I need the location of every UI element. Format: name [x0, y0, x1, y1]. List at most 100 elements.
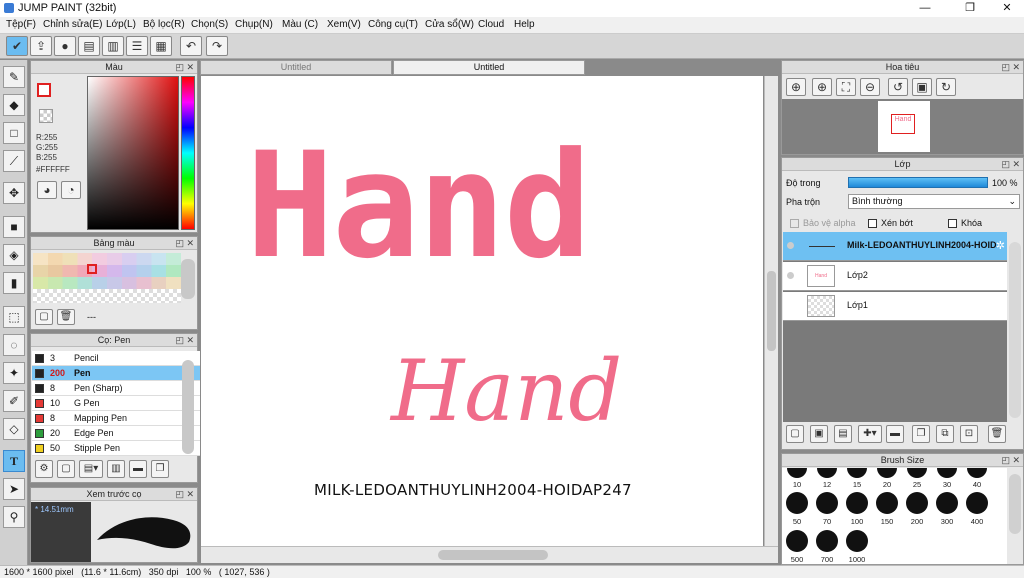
- eraser-icon[interactable]: ◆: [3, 94, 25, 116]
- brush-size-option[interactable]: 700: [812, 555, 842, 564]
- pen-doc-icon[interactable]: ▥: [107, 460, 125, 478]
- tab-untitled-1[interactable]: Untitled: [200, 60, 392, 75]
- line-icon[interactable]: ⟋: [3, 150, 25, 172]
- brush-size-dot[interactable]: [847, 468, 867, 478]
- layer-folder-icon[interactable]: ▬: [886, 425, 904, 443]
- brush-size-dot[interactable]: [877, 468, 897, 478]
- brush-size-option[interactable]: 70: [812, 517, 842, 526]
- brush-size-dot[interactable]: [787, 468, 807, 478]
- pen-settings-icon[interactable]: ⚙: [35, 460, 53, 478]
- zoom-in-icon[interactable]: ⊕: [812, 78, 832, 96]
- vertical-scroll-thumb[interactable]: [767, 271, 776, 351]
- color-wheel-icon[interactable]: ◕: [37, 181, 57, 199]
- new-pen-icon[interactable]: ▢: [57, 460, 75, 478]
- brush-size-dot[interactable]: [907, 468, 927, 478]
- menu-file[interactable]: Tệp(F): [6, 19, 36, 30]
- menu-capture[interactable]: Chụp(N): [235, 19, 273, 30]
- redo-icon[interactable]: ↷: [206, 36, 228, 56]
- panel-buttons-icon[interactable]: ◰ ✕: [1001, 61, 1020, 74]
- menu-select[interactable]: Chọn(S): [191, 19, 228, 30]
- menu-edit[interactable]: Chỉnh sửa(E): [43, 19, 103, 30]
- brush-size-scrollbar[interactable]: [1009, 474, 1021, 534]
- brush-size-option[interactable]: 50: [782, 517, 812, 526]
- delete-palette-icon[interactable]: 🗑: [57, 309, 75, 325]
- horizontal-scroll-thumb[interactable]: [438, 550, 548, 560]
- layer-item-text[interactable]: Milk-LEDOANTHUYLINH2004-HOIDAP247 ✲: [783, 232, 1007, 261]
- brush-size-dot[interactable]: [967, 468, 987, 478]
- visibility-icon[interactable]: [787, 272, 794, 279]
- new-palette-icon[interactable]: ▢: [35, 309, 53, 325]
- operation-icon[interactable]: ➤: [3, 478, 25, 500]
- palette-grid[interactable]: [33, 253, 181, 303]
- brush-size-dot[interactable]: [846, 492, 868, 514]
- grid-icon[interactable]: ▦: [150, 36, 172, 56]
- cloud-sync-icon[interactable]: ✔: [6, 36, 28, 56]
- brush-size-option[interactable]: 200: [902, 517, 932, 526]
- brush-size-option[interactable]: 500: [782, 555, 812, 564]
- reset-icon[interactable]: ▣: [912, 78, 932, 96]
- comment-icon[interactable]: ●: [54, 36, 76, 56]
- tab-untitled-2[interactable]: Untitled: [393, 60, 585, 75]
- merge-layer-icon[interactable]: ⧉: [936, 425, 954, 443]
- brush-size-dot[interactable]: [786, 530, 808, 552]
- drawing-canvas[interactable]: Hand Hand MILK-LEDOANTHUYLINH2004-HOIDAP…: [201, 76, 763, 546]
- bucket-icon[interactable]: ◈: [3, 244, 25, 266]
- clear-layer-icon[interactable]: ⊡: [960, 425, 978, 443]
- pen-list-scrollbar[interactable]: [182, 360, 194, 454]
- fill-rect-icon[interactable]: ■: [3, 216, 25, 238]
- brush-size-dot[interactable]: [816, 530, 838, 552]
- brush-size-option[interactable]: 10: [782, 480, 812, 489]
- brush-size-option[interactable]: 20: [872, 480, 902, 489]
- new-layer-icon[interactable]: ▢: [786, 425, 804, 443]
- color-set-icon[interactable]: ◔: [61, 181, 81, 199]
- menu-window[interactable]: Cửa sổ(W): [425, 19, 474, 30]
- menu-color[interactable]: Màu (C): [282, 19, 318, 30]
- brush-size-option[interactable]: 12: [812, 480, 842, 489]
- brush-size-dot[interactable]: [786, 492, 808, 514]
- text-tool-icon[interactable]: T: [3, 450, 25, 472]
- canvas-horizontal-scrollbar[interactable]: [201, 546, 778, 563]
- magic-wand-icon[interactable]: ✦: [3, 362, 25, 384]
- close-button[interactable]: ✕: [992, 0, 1022, 17]
- share-icon[interactable]: ⇪: [30, 36, 52, 56]
- pen-folder-icon[interactable]: ▬: [129, 460, 147, 478]
- transparent-swatch[interactable]: [39, 109, 53, 123]
- menu-help[interactable]: Help: [514, 19, 535, 30]
- protect-alpha-checkbox[interactable]: [790, 219, 799, 229]
- rotate-right-icon[interactable]: ↻: [936, 78, 956, 96]
- menu-tools[interactable]: Công cụ(T): [368, 19, 418, 30]
- shape-icon[interactable]: □: [3, 122, 25, 144]
- brush-size-option[interactable]: 15: [842, 480, 872, 489]
- menu-filter[interactable]: Bộ lọc(R): [143, 19, 185, 30]
- gradient-icon[interactable]: ▮: [3, 272, 25, 294]
- menu-cloud[interactable]: Cloud: [478, 19, 504, 30]
- eyedropper-icon[interactable]: ⚲: [3, 506, 25, 528]
- visibility-icon[interactable]: [787, 242, 794, 249]
- delete-layer-icon[interactable]: 🗑: [988, 425, 1006, 443]
- brush-size-option[interactable]: 400: [962, 517, 992, 526]
- brush-size-dot[interactable]: [937, 468, 957, 478]
- rotate-left-icon[interactable]: ↺: [888, 78, 908, 96]
- brush-size-option[interactable]: 40: [962, 480, 992, 489]
- select-eraser-icon[interactable]: ◇: [3, 418, 25, 440]
- fit-icon[interactable]: ⛶: [836, 78, 856, 96]
- brush-size-option[interactable]: 25: [902, 480, 932, 489]
- brush-size-dot[interactable]: [966, 492, 988, 514]
- layer-item-1[interactable]: Lớp1: [783, 292, 1007, 321]
- clipping-checkbox[interactable]: [868, 219, 877, 229]
- brush-size-option[interactable]: 150: [872, 517, 902, 526]
- brush-size-dot[interactable]: [876, 492, 898, 514]
- move-icon[interactable]: ✥: [3, 182, 25, 204]
- brush-size-dot[interactable]: [906, 492, 928, 514]
- panel-buttons-icon[interactable]: ◰ ✕: [175, 488, 194, 501]
- notes-icon[interactable]: ☰: [126, 36, 148, 56]
- palette-scrollbar[interactable]: [181, 259, 195, 299]
- panel-buttons-icon[interactable]: ◰ ✕: [1001, 158, 1020, 171]
- panel-buttons-icon[interactable]: ◰ ✕: [175, 237, 194, 250]
- gear-icon[interactable]: ✲: [996, 239, 1005, 252]
- lasso-icon[interactable]: ◌: [3, 334, 25, 356]
- brush-size-option[interactable]: 1000: [842, 555, 872, 564]
- brush-size-dot[interactable]: [817, 468, 837, 478]
- brush-size-option[interactable]: 300: [932, 517, 962, 526]
- brush-size-grid[interactable]: 10 12 15 20 25 30 40 50 70 100 150 200 3…: [782, 468, 1007, 564]
